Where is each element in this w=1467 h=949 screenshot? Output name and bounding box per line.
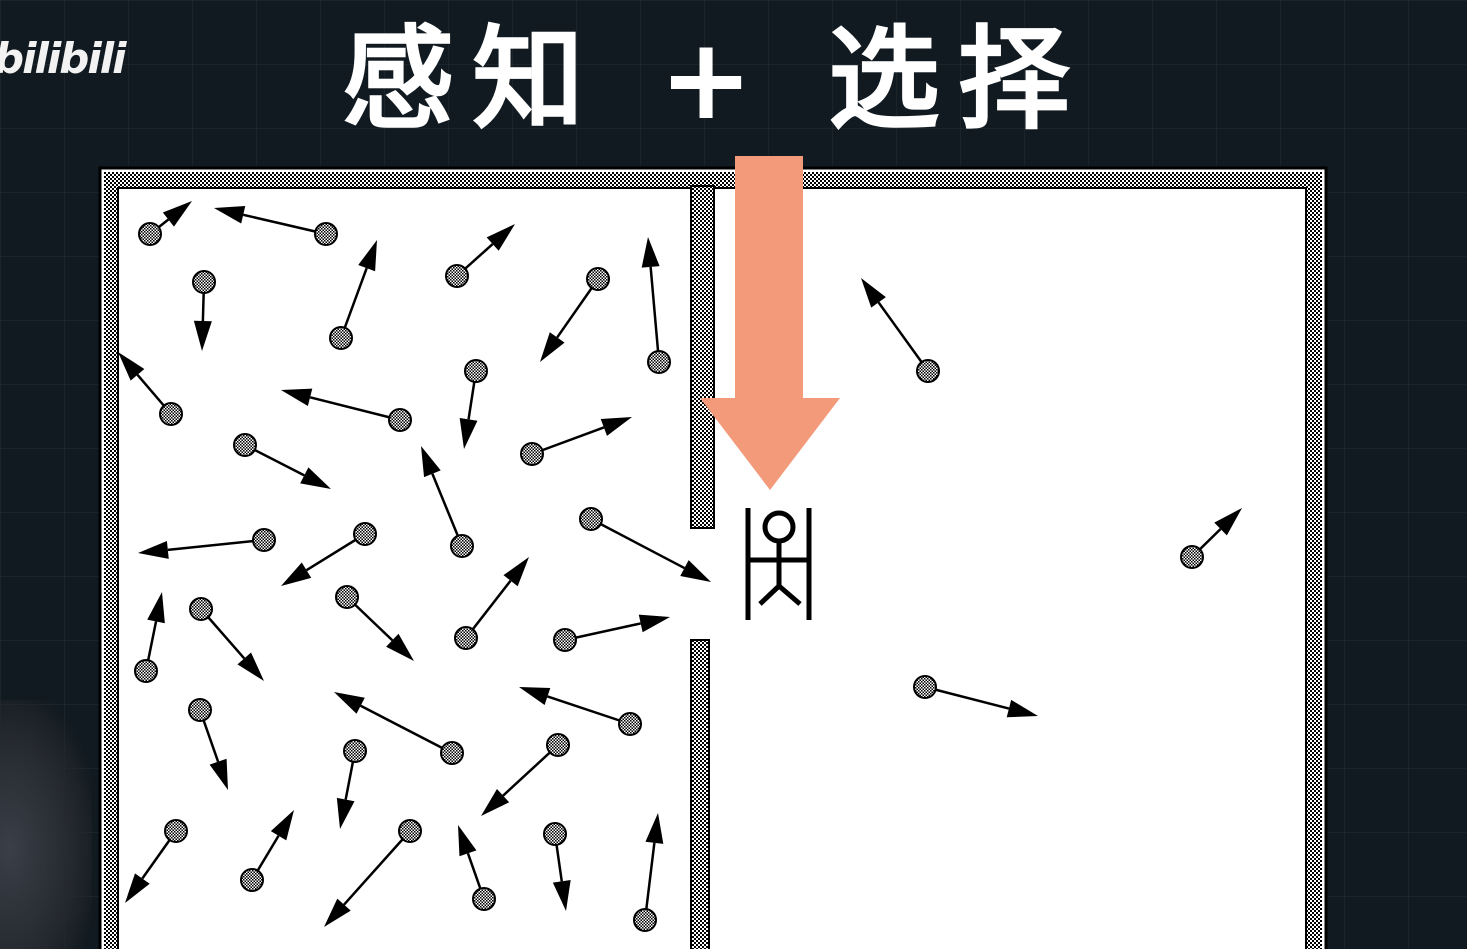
molecule-icon	[450, 534, 474, 558]
molecule-icon	[343, 739, 367, 763]
molecule-icon	[164, 819, 188, 843]
molecule-icon	[1180, 545, 1204, 569]
molecule-icon	[192, 270, 216, 294]
molecule-icon	[189, 597, 213, 621]
molecule-icon	[546, 733, 570, 757]
molecule-icon	[464, 359, 488, 383]
molecule-icon	[329, 326, 353, 350]
molecule-icon	[553, 628, 577, 652]
molecule-icon	[913, 675, 937, 699]
divider-wall-top	[690, 185, 715, 529]
molecule-icon	[314, 222, 338, 246]
molecule-icon	[633, 908, 657, 932]
molecule-icon	[159, 402, 183, 426]
molecule-icon	[520, 442, 544, 466]
divider-wall-bottom	[690, 639, 710, 949]
molecule-icon	[472, 887, 496, 911]
molecule-icon	[335, 585, 359, 609]
molecule-icon	[647, 350, 671, 374]
molecule-icon	[916, 359, 940, 383]
molecule-icon	[440, 741, 464, 765]
molecule-icon	[454, 626, 478, 650]
molecule-icon	[138, 222, 162, 246]
molecule-icon	[188, 698, 212, 722]
molecule-icon	[388, 408, 412, 432]
maxwell-demon-scene	[98, 156, 1328, 949]
molecule-icon	[586, 267, 610, 291]
molecule-icon	[543, 822, 567, 846]
molecule-icon	[233, 433, 257, 457]
molecule-icon	[252, 528, 276, 552]
molecule-icon	[353, 522, 377, 546]
molecule-icon	[134, 659, 158, 683]
molecule-icon	[579, 507, 603, 531]
molecule-icon	[618, 712, 642, 736]
molecule-icon	[398, 819, 422, 843]
molecule-icon	[445, 264, 469, 288]
molecule-icon	[240, 868, 264, 892]
